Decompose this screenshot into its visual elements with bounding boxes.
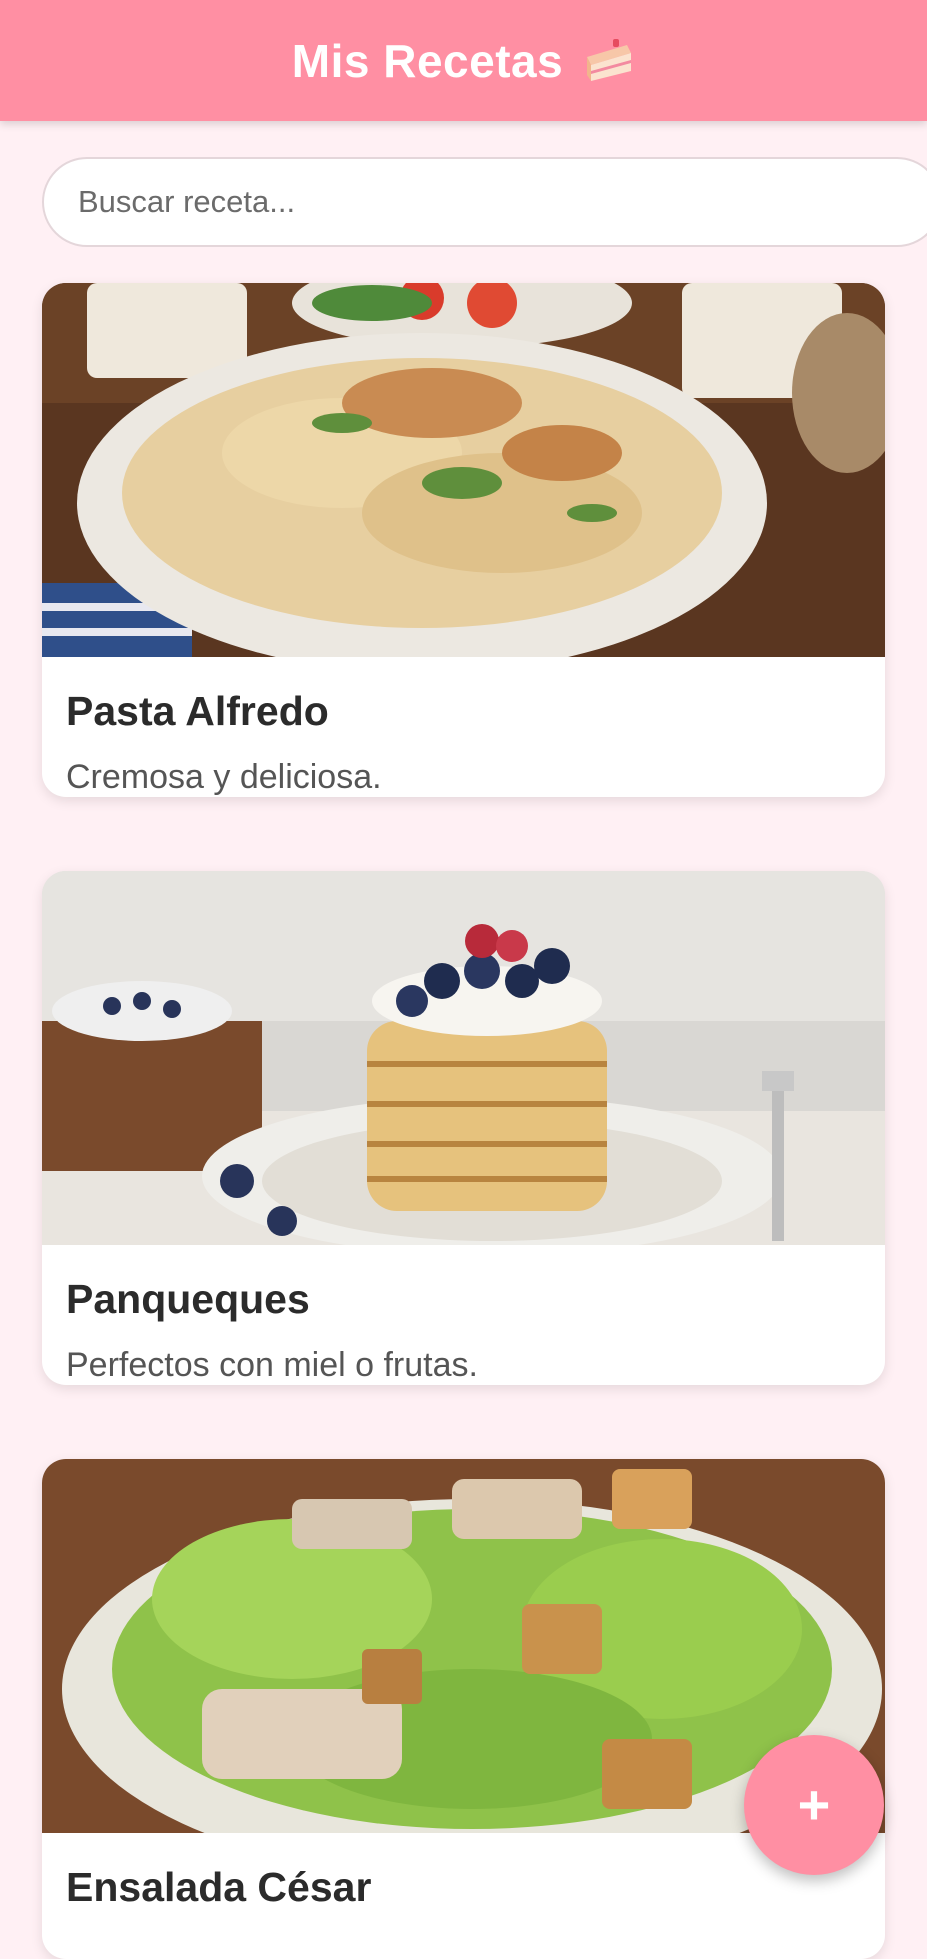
cake-icon: [583, 35, 635, 87]
recipe-description: Perfectos con miel o frutas.: [66, 1346, 478, 1384]
search-input[interactable]: [44, 159, 927, 245]
recipe-description: Cremosa y deliciosa.: [66, 758, 382, 796]
pancakes-image: [42, 871, 885, 1245]
recipe-card[interactable]: Panqueques Perfectos con miel o frutas.: [42, 871, 885, 1385]
plus-icon: +: [797, 1773, 831, 1836]
pasta-image: [42, 283, 885, 657]
recipe-title: Pasta Alfredo: [66, 688, 329, 734]
add-recipe-button[interactable]: +: [744, 1735, 884, 1875]
app-header: Mis Recetas: [0, 0, 927, 121]
page-title: Mis Recetas: [291, 34, 564, 87]
recipe-card[interactable]: Ensalada César: [42, 1459, 885, 1959]
recipe-title: Ensalada César: [66, 1864, 372, 1910]
search-field[interactable]: [42, 157, 927, 247]
recipe-title: Panqueques: [66, 1276, 310, 1322]
recipe-card[interactable]: Pasta Alfredo Cremosa y deliciosa.: [42, 283, 885, 797]
